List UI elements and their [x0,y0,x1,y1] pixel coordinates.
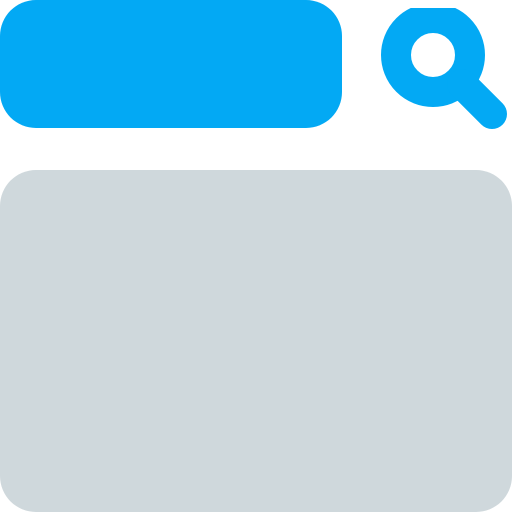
search-input[interactable] [0,0,342,128]
content-panel [0,170,512,512]
search-button[interactable] [380,8,512,132]
search-icon [381,8,507,129]
search-page-illustration [0,0,512,512]
